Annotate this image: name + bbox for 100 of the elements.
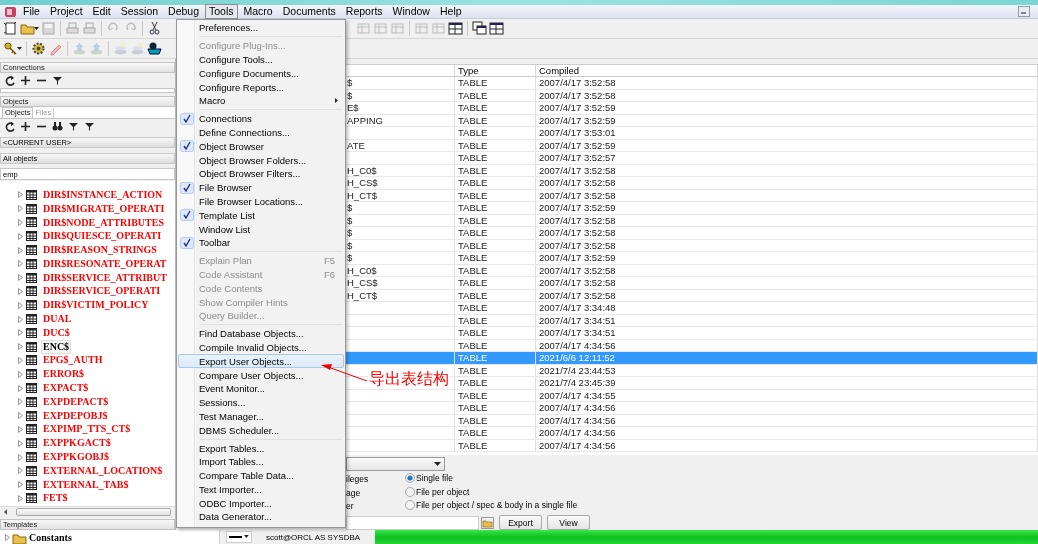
table-cell: H_CS$ [347,177,378,188]
table-cell: 2007/4/17 3:52:58 [539,277,616,288]
menu-item[interactable]: ODBC Importer... [178,496,344,511]
table-cell: APPING [347,114,383,126]
table-cell: 2007/4/17 3:34:48 [539,302,616,313]
table-cell: TABLE [458,164,488,176]
menu-item[interactable]: Import Tables... [178,454,344,469]
table-cell: 2007/4/17 3:52:58 [539,289,616,301]
menu-item[interactable]: Macro [239,4,277,19]
table-cell: TABLE [458,152,488,163]
tree-item[interactable]: FET$ [41,491,70,506]
table-cell: 2007/4/17 4:34:56 [539,414,616,426]
menu-item[interactable]: Define Connections... [178,125,344,140]
table-cell: 2007/4/17 4:34:56 [539,339,616,351]
button[interactable]: View [547,515,590,530]
tree-item[interactable]: DUAL [41,312,74,327]
table-cell: TABLE [458,202,488,213]
menu-item[interactable]: Reports [341,4,387,19]
radio-button[interactable]: File per object / spec & body in a single file [405,500,578,511]
table-cell: TABLE [458,302,488,313]
tree-item[interactable]: DIR$NODE_ATTRIBUTES [41,215,166,230]
table-cell: TABLE [458,102,488,113]
option-label: er [346,501,354,512]
table-cell: TABLE [458,189,488,201]
tree-item[interactable]: DUC$ [41,325,72,340]
tree-item[interactable]: DIR$INSTANCE_ACTION [41,187,165,202]
menu-item[interactable]: Compare Table Data... [178,468,344,483]
table-cell: 2007/4/17 3:34:51 [539,314,616,326]
table-cell: 2007/4/17 3:52:58 [539,264,616,276]
menu-item[interactable]: Project [45,4,87,19]
table-cell: $ [347,239,353,251]
menu-item[interactable]: Connections [178,111,344,126]
column-header[interactable]: Type [455,65,536,76]
menu-item[interactable]: Toolbar [178,235,344,250]
table-cell: TABLE [458,177,488,188]
menu-item[interactable]: Compile Invalid Objects... [178,340,344,355]
menu-item[interactable]: Session [116,4,163,19]
table-cell: H_C0$ [347,164,377,176]
column-header[interactable]: Compiled [536,65,1038,76]
menu-item[interactable]: Documents [278,4,340,19]
tree-item[interactable]: DIR$SERVICE_OPERATI [41,284,163,299]
menu-item[interactable]: Help [435,4,466,19]
table-cell: TABLE [458,227,488,238]
tree-item[interactable]: EXPACT$ [41,381,91,396]
menu-item[interactable]: Find Database Objects... [178,326,344,341]
menu-item[interactable]: Configure Tools... [178,52,344,67]
table-cell: 2007/4/17 3:52:58 [539,177,616,188]
table-cell: TABLE [458,239,488,251]
button[interactable]: Export [499,515,542,530]
table-cell: $ [347,252,353,263]
annotation-text: 导出表结构 [368,369,450,388]
table-cell: TABLE [458,114,488,126]
tree-item[interactable]: EXPPKGOBJ$ [41,450,112,465]
radio-button[interactable]: File per object [405,486,470,497]
tree-item[interactable]: DIR$QUIESCE_OPERATI [41,229,164,244]
menu-item[interactable]: Export Tables... [178,441,344,455]
table-cell: 2007/4/17 3:52:59 [539,102,616,113]
tree-item[interactable]: DIR$SERVICE_ATTRIBUT [41,270,169,285]
table-cell: 2021/6/6 12:11:52 [539,352,615,363]
table-cell: TABLE [458,414,488,426]
tree-item[interactable]: EPG$_AUTH [41,353,105,368]
table-cell: 2007/4/17 3:52:59 [539,202,616,213]
table-cell: 2007/4/17 3:34:51 [539,327,616,338]
table-cell: TABLE [458,327,488,338]
menu-item[interactable]: File [19,4,44,19]
menu-item[interactable]: Object Browser Folders... [178,153,344,167]
tree-item[interactable]: EXPDEPOBJ$ [41,408,110,423]
menu-item[interactable]: Text Importer... [178,482,344,497]
menu-item[interactable]: Export User Objects... [178,354,344,369]
tree-item[interactable]: DIR$VICTIM_POLICY [41,298,151,313]
tree-item[interactable]: ERROR$ [41,367,87,382]
tree-item[interactable]: EXTERNAL_LOCATION$ [41,463,165,478]
menu-item[interactable]: Data Generator... [178,510,344,524]
menu-item[interactable]: Window [388,4,434,19]
menu-item[interactable]: Edit [88,4,115,19]
tree-item[interactable]: EXPPKGACT$ [41,436,113,451]
table-cell: 2007/4/17 3:52:59 [539,114,616,126]
menu-item[interactable]: Object Browser [178,139,344,154]
table-cell: 2007/4/17 3:52:58 [539,77,616,88]
table-cell: TABLE [458,277,488,288]
tree-item[interactable]: EXPIMP_TTS_CT$ [41,422,133,437]
tree-item[interactable]: EXPDEPACT$ [41,394,111,409]
tree-item[interactable]: EXTERNAL_TAB$ [41,477,131,492]
table-cell: TABLE [458,264,488,276]
tree-item[interactable]: DIR$MIGRATE_OPERATI [41,201,167,216]
tree-item[interactable]: Constants [29,531,72,543]
radio-button[interactable]: Single file [405,473,453,484]
menu-item[interactable]: Preferences... [178,21,344,35]
table-cell: 2007/4/17 4:34:55 [539,389,616,401]
table-cell: H_CT$ [347,289,378,301]
table-cell: TABLE [458,89,488,101]
menu-item[interactable]: Debug [164,4,203,19]
tree-item[interactable]: DIR$RESONATE_OPERAT [41,256,169,271]
option-label: ileges [346,474,369,485]
tree-item[interactable]: DIR$REASON_STRINGS [41,243,159,258]
tree-item[interactable]: ENC$ [41,339,72,354]
table-cell: 2007/4/17 4:34:56 [539,402,616,413]
table-cell: 2007/4/17 3:52:58 [539,189,616,201]
table-cell: TABLE [458,427,488,438]
menu-item[interactable]: Tools [205,4,238,19]
